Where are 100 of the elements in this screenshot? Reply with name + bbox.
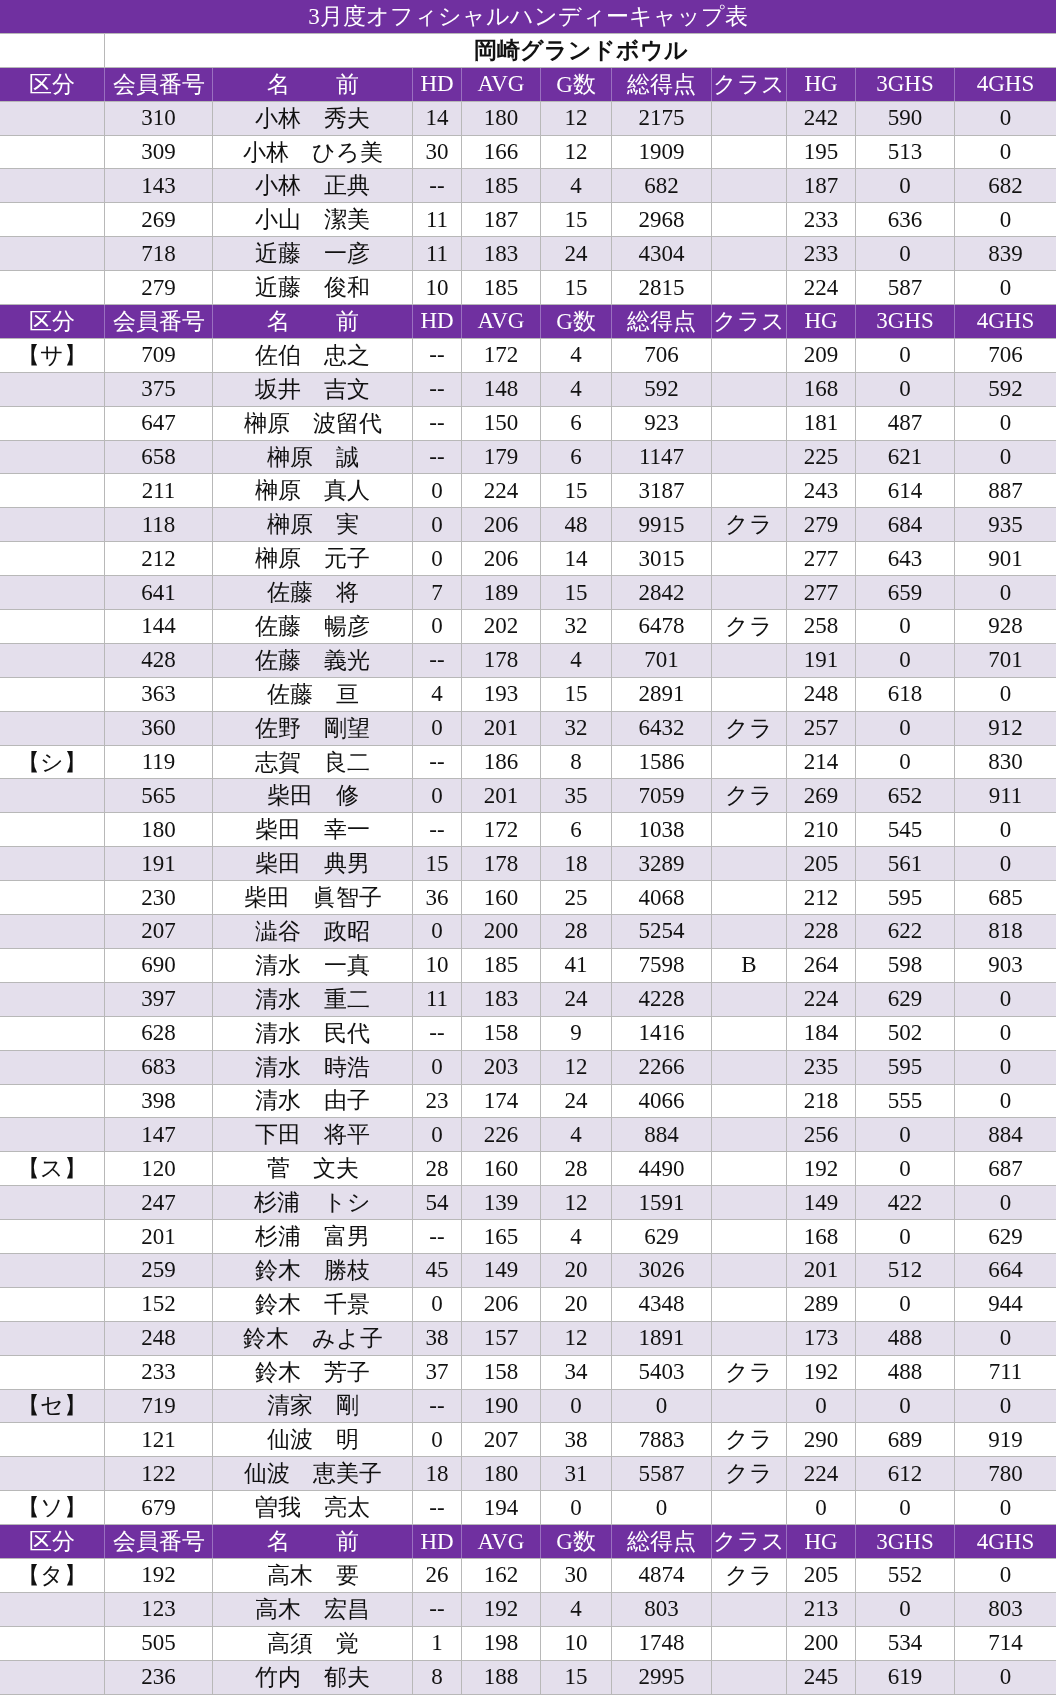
- column-header: HD: [413, 67, 462, 101]
- column-header: G数: [541, 1525, 612, 1558]
- table-cell: 柴田 幸一: [213, 813, 413, 847]
- table-cell: 200: [787, 1626, 856, 1660]
- table-cell: 0: [413, 474, 462, 508]
- table-cell: 1147: [612, 440, 712, 474]
- column-header: 総得点: [612, 67, 712, 101]
- table-cell: 212: [105, 542, 213, 576]
- table-cell: 6: [541, 813, 612, 847]
- table-cell: 18: [541, 847, 612, 881]
- table-cell: 619: [856, 1660, 955, 1694]
- table-cell: 0: [612, 1389, 712, 1423]
- table-cell: 1591: [612, 1186, 712, 1220]
- table-cell: 2842: [612, 576, 712, 610]
- table-cell: --: [413, 745, 462, 779]
- table-cell: 28: [541, 915, 612, 948]
- table-cell: 174: [462, 1084, 541, 1118]
- table-cell-text: 0: [998, 1561, 1013, 1590]
- table-cell: 243: [787, 474, 856, 508]
- table-cell: 2891: [612, 677, 712, 711]
- table-cell: 165: [462, 1220, 541, 1253]
- table-cell: 下田 将平: [213, 1118, 413, 1152]
- table-cell: 6432: [612, 711, 712, 745]
- table-cell: 233: [787, 203, 856, 237]
- table-cell: 189: [462, 576, 541, 610]
- table-cell: 3289: [612, 847, 712, 881]
- table-cell: 690: [105, 948, 213, 982]
- table-cell: 203: [462, 1050, 541, 1084]
- table-cell: 24: [541, 237, 612, 271]
- table-cell: 2995: [612, 1660, 712, 1694]
- table-cell: 190: [462, 1389, 541, 1423]
- column-header: HG: [787, 67, 856, 101]
- table-cell: 23: [413, 1084, 462, 1118]
- table-cell: 24: [541, 1084, 612, 1118]
- table-cell: 0: [413, 542, 462, 576]
- table-cell: 【セ】: [0, 1389, 105, 1423]
- column-header: 3GHS: [856, 1525, 955, 1558]
- column-header: 区分: [0, 67, 105, 101]
- table-cell: 183: [462, 237, 541, 271]
- table-cell: 718: [105, 237, 213, 271]
- table-cell: 201: [462, 711, 541, 745]
- table-cell: 0: [413, 1050, 462, 1084]
- table-cell: 柴田 典男: [213, 847, 413, 881]
- table-cell: 166: [462, 135, 541, 169]
- table-cell: 【サ】: [0, 338, 105, 372]
- table-cell: 228: [787, 915, 856, 948]
- table-cell: 225: [787, 440, 856, 474]
- table-cell: 629: [612, 1220, 712, 1253]
- table-cell: 422: [856, 1186, 955, 1220]
- table-cell-text: 0: [998, 138, 1013, 166]
- table-cell-text: 0: [998, 680, 1013, 709]
- table-cell: 4304: [612, 237, 712, 271]
- table-cell-text: 682: [987, 171, 1024, 200]
- table-cell: 150: [462, 406, 541, 440]
- table-cell: 4: [413, 677, 462, 711]
- table-cell: 54: [413, 1186, 462, 1220]
- table-cell: --: [413, 440, 462, 474]
- table-cell: 709: [105, 338, 213, 372]
- table-cell: 清水 民代: [213, 1016, 413, 1050]
- table-cell: 205: [787, 847, 856, 881]
- table-cell: 160: [462, 1152, 541, 1186]
- table-cell: 【ソ】: [0, 1491, 105, 1525]
- column-header: 名 前: [213, 305, 413, 338]
- table-cell: 7059: [612, 779, 712, 813]
- table-cell: 172: [462, 338, 541, 372]
- table-cell: 647: [105, 406, 213, 440]
- table-cell: 15: [541, 1660, 612, 1694]
- column-header: HG: [787, 1525, 856, 1558]
- table-cell: 柴田 修: [213, 779, 413, 813]
- table-cell: 290: [787, 1423, 856, 1457]
- table-cell: 636: [856, 203, 955, 237]
- table-cell: 15: [541, 474, 612, 508]
- table-cell: 193: [462, 677, 541, 711]
- table-cell: 12: [541, 135, 612, 169]
- table-cell: --: [413, 643, 462, 677]
- table-cell: 8: [541, 745, 612, 779]
- table-cell: 榊原 波留代: [213, 406, 413, 440]
- table-cell: 224: [787, 982, 856, 1016]
- column-header: 総得点: [612, 1525, 712, 1558]
- table-cell: 仙波 明: [213, 1423, 413, 1457]
- table-cell-text: 701: [987, 646, 1024, 675]
- table-cell: 0: [787, 1491, 856, 1525]
- table-cell: 4068: [612, 881, 712, 915]
- table-cell: 247: [105, 1186, 213, 1220]
- table-cell: 213: [787, 1592, 856, 1626]
- table-cell: 168: [787, 372, 856, 406]
- table-cell: 0: [413, 1287, 462, 1321]
- table-cell: 【ス】: [0, 1152, 105, 1186]
- table-cell: 209: [787, 338, 856, 372]
- table-cell: 188: [462, 1660, 541, 1694]
- table-cell: 200: [462, 915, 541, 948]
- table-cell: 鈴木 勝枝: [213, 1253, 413, 1287]
- column-header: 会員番号: [105, 305, 213, 338]
- table-cell: 803: [612, 1592, 712, 1626]
- table-cell: 4: [541, 1118, 612, 1152]
- table-cell: 3187: [612, 474, 712, 508]
- table-cell-text: 0: [998, 815, 1013, 844]
- table-cell: 澁谷 政昭: [213, 915, 413, 948]
- table-cell: 4490: [612, 1152, 712, 1186]
- table-cell-text: 780: [987, 1459, 1024, 1488]
